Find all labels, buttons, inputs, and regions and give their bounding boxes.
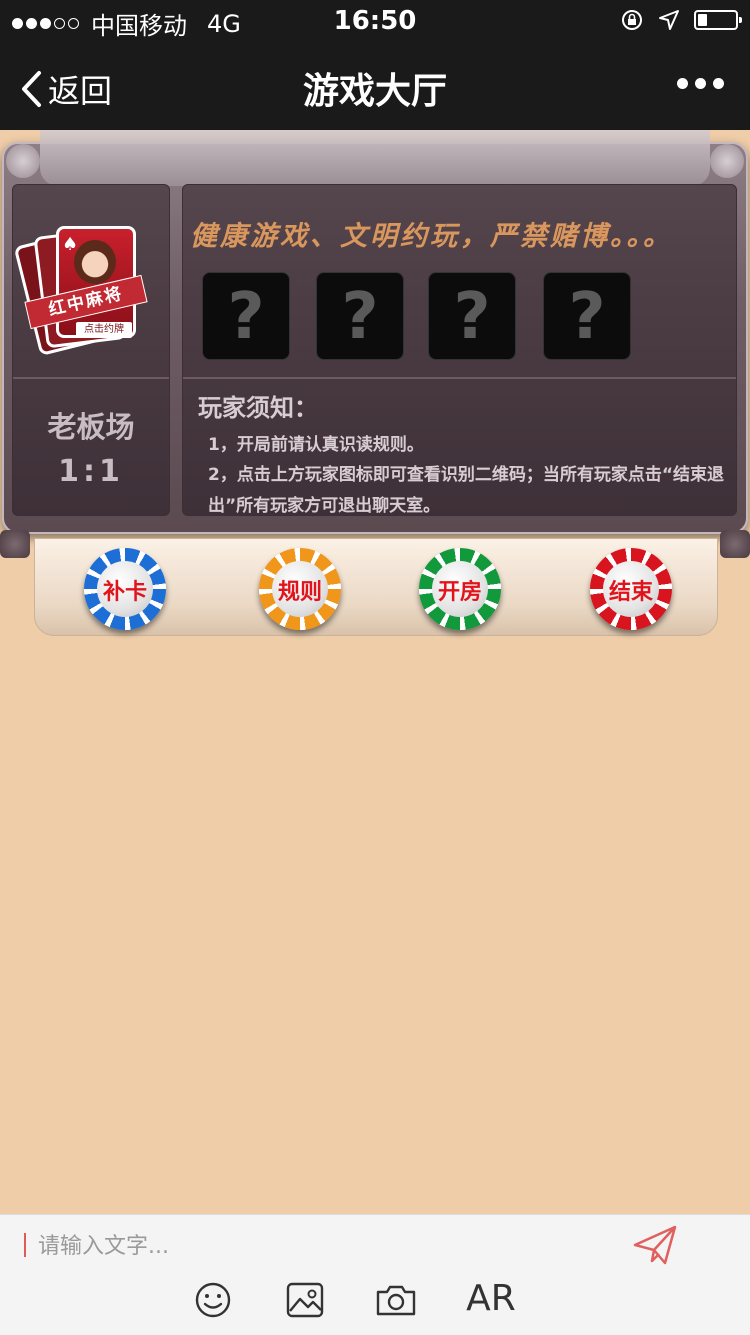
game-logo[interactable]: ♠ 红中麻将 点击约牌 — [13, 226, 152, 357]
status-bar: 中国移动 4G 16:50 — [0, 0, 750, 40]
more-icon-dot — [695, 78, 706, 89]
location-icon — [659, 10, 679, 30]
player-seat-2[interactable]: ? — [316, 272, 404, 360]
player-seat-3[interactable]: ? — [428, 272, 516, 360]
send-button[interactable] — [632, 1223, 678, 1267]
rules-button[interactable]: 规则 — [259, 548, 341, 630]
ar-button[interactable]: AR — [466, 1279, 516, 1319]
supplement-button-label: 补卡 — [102, 580, 147, 605]
player-seat-1[interactable]: ? — [202, 272, 290, 360]
more-button[interactable] — [677, 78, 724, 89]
player-seat-4[interactable]: ? — [543, 272, 631, 360]
shelf-ornament-left — [0, 530, 30, 558]
rules-button-label: 规则 — [277, 580, 322, 605]
emoji-button[interactable] — [190, 1277, 236, 1323]
message-input-bar: AR — [0, 1214, 750, 1335]
battery-fill — [698, 14, 707, 26]
slogan: 健康游戏、文明约玩，严禁赌博。。。 — [190, 221, 673, 252]
end-button-label: 结束 — [608, 580, 653, 605]
orientation-lock-icon — [622, 10, 642, 30]
logo-subtag: 点击约牌 — [76, 322, 132, 338]
notice-item: 1，开局前请认真识读规则。 — [208, 435, 424, 455]
battery-icon — [694, 10, 742, 30]
more-icon-dot — [677, 78, 688, 89]
nav-bar: 返回 游戏大厅 — [0, 40, 750, 130]
character-illustration — [74, 240, 116, 284]
text-caret — [24, 1233, 26, 1257]
status-right — [620, 8, 742, 32]
divider — [13, 377, 169, 379]
end-button[interactable]: 结束 — [590, 548, 672, 630]
panel-header-decoration — [40, 130, 710, 186]
more-icon-dot — [713, 78, 724, 89]
corner-ornament-right — [710, 144, 744, 178]
open-room-button[interactable]: 开房 — [419, 548, 501, 630]
corner-ornament-left — [6, 144, 40, 178]
open-room-button-label: 开房 — [437, 580, 482, 605]
room-ratio: 1:1 — [58, 454, 124, 489]
camera-button[interactable] — [373, 1277, 419, 1323]
room-name: 老板场 — [47, 410, 135, 444]
image-button[interactable] — [282, 1277, 328, 1323]
divider — [183, 377, 736, 379]
notice-item: 2，点击上方玩家图标即可查看识别二维码；当所有玩家点击“结束退出”所有玩家方可退… — [208, 465, 725, 516]
notice-title: 玩家须知： — [198, 394, 318, 422]
shelf-ornament-right — [720, 530, 750, 558]
game-panel: ♠ 红中麻将 点击约牌 老板场 1:1 健康游戏、文明约玩，严禁赌博。。。 ? … — [0, 130, 750, 640]
page-title: 游戏大厅 — [302, 71, 447, 112]
supplement-button[interactable]: 补卡 — [84, 548, 166, 630]
message-input[interactable] — [36, 1225, 600, 1267]
